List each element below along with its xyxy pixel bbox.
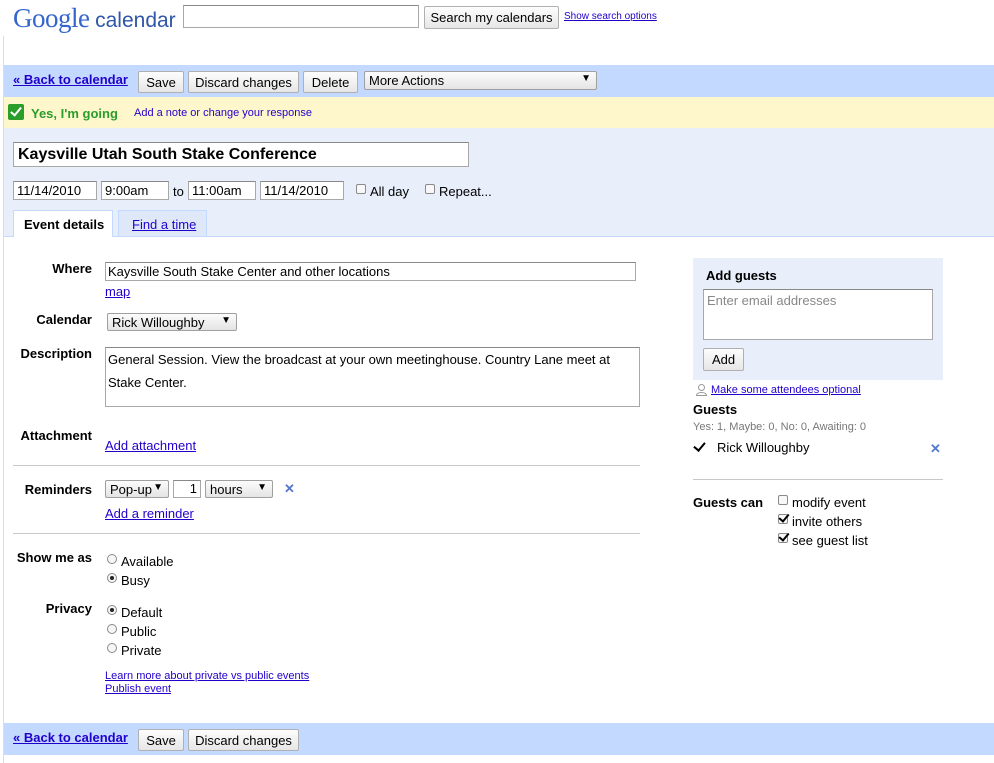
- chevron-down-icon: ▼: [153, 482, 163, 493]
- privacy-default-label: Default: [121, 605, 163, 620]
- busy-label: Busy: [121, 573, 150, 588]
- map-link[interactable]: map: [105, 284, 130, 299]
- calendar-label: Calendar: [36, 312, 92, 327]
- logo-calendar: calendar: [95, 9, 176, 32]
- publish-event-link[interactable]: Publish event: [105, 683, 171, 695]
- available-label: Available: [121, 554, 174, 569]
- tab-event-details[interactable]: Event details: [13, 210, 113, 237]
- all-day-label: All day: [370, 184, 410, 199]
- more-actions-dropdown[interactable]: More Actions ▼: [364, 71, 597, 90]
- add-guests-title: Add guests: [706, 268, 777, 283]
- bottom-back-to-calendar-link[interactable]: « Back to calendar: [13, 730, 128, 745]
- bottom-save-button[interactable]: Save: [138, 729, 184, 751]
- reminder-amount-input[interactable]: 1: [173, 480, 201, 498]
- guest-name: Rick Willoughby: [717, 440, 810, 455]
- tab-find-a-time-label: Find a time: [132, 217, 197, 232]
- add-attachment-link[interactable]: Add attachment: [105, 438, 196, 453]
- divider: [13, 533, 640, 534]
- checkmark-icon: [693, 439, 706, 452]
- divider: [13, 465, 640, 466]
- make-attendees-optional-link[interactable]: Make some attendees optional: [711, 384, 861, 396]
- divider: [693, 479, 943, 480]
- privacy-default-radio[interactable]: [107, 605, 117, 615]
- search-button[interactable]: Search my calendars: [424, 6, 559, 29]
- going-status: Yes, I'm going: [31, 106, 118, 121]
- event-header-bottom-border: [4, 236, 994, 237]
- guest-row: Rick Willoughby ✕: [693, 438, 943, 458]
- privacy-public-radio[interactable]: [107, 624, 117, 634]
- logo-google: Google: [13, 3, 90, 33]
- where-label: Where: [52, 261, 92, 276]
- end-date-input[interactable]: 11/14/2010: [260, 181, 344, 200]
- add-reminder-link[interactable]: Add a reminder: [105, 506, 194, 521]
- chevron-down-icon: ▼: [221, 315, 231, 326]
- tab-event-details-label: Event details: [24, 217, 105, 232]
- bottom-discard-changes-button[interactable]: Discard changes: [188, 729, 299, 751]
- add-guest-button[interactable]: Add: [703, 348, 744, 371]
- reminder-type-value: Pop-up: [110, 482, 152, 497]
- discard-changes-button[interactable]: Discard changes: [188, 71, 299, 93]
- modify-event-label: modify event: [792, 495, 866, 510]
- attachment-label: Attachment: [20, 428, 92, 443]
- guests-can-label: Guests can: [693, 495, 764, 510]
- reminder-unit-value: hours: [210, 482, 243, 497]
- see-guest-list-checkbox[interactable]: [778, 533, 788, 543]
- reminder-type-select[interactable]: Pop-up ▼: [105, 480, 169, 498]
- google-calendar-logo[interactable]: Google calendar: [13, 3, 176, 33]
- chevron-down-icon: ▼: [257, 482, 267, 493]
- delete-button[interactable]: Delete: [303, 71, 358, 93]
- show-search-options-link[interactable]: Show search options: [564, 11, 657, 22]
- to-label: to: [173, 184, 184, 199]
- remove-guest-icon[interactable]: ✕: [930, 441, 941, 457]
- remove-reminder-icon[interactable]: ✕: [284, 481, 295, 497]
- privacy-label: Privacy: [45, 601, 92, 616]
- tab-find-a-time[interactable]: Find a time: [118, 210, 207, 236]
- reminders-label: Reminders: [24, 482, 92, 497]
- chevron-down-icon: ▼: [581, 73, 591, 84]
- modify-event-checkbox[interactable]: [778, 495, 788, 505]
- learn-more-privacy-link[interactable]: Learn more about private vs public event…: [105, 670, 309, 682]
- repeat-checkbox[interactable]: [425, 184, 435, 194]
- save-button[interactable]: Save: [138, 71, 184, 93]
- change-response-link[interactable]: Add a note or change your response: [134, 107, 312, 119]
- see-guest-list-label: see guest list: [792, 533, 868, 548]
- invite-others-label: invite others: [792, 514, 863, 529]
- where-input[interactable]: Kaysville South Stake Center and other l…: [105, 262, 636, 281]
- calendar-select-value: Rick Willoughby: [112, 315, 205, 330]
- repeat-label: Repeat...: [439, 184, 492, 199]
- start-time-input[interactable]: 9:00am: [101, 181, 169, 200]
- privacy-public-label: Public: [121, 624, 157, 639]
- end-time-input[interactable]: 11:00am: [188, 181, 256, 200]
- description-label: Description: [20, 346, 92, 361]
- person-icon: [695, 384, 708, 396]
- available-radio[interactable]: [107, 554, 117, 564]
- show-me-as-label: Show me as: [16, 550, 92, 565]
- start-date-input[interactable]: 11/14/2010: [13, 181, 97, 200]
- guests-heading: Guests: [693, 402, 738, 417]
- more-actions-label: More Actions: [369, 73, 445, 88]
- all-day-checkbox[interactable]: [356, 184, 366, 194]
- guest-counts: Yes: 1, Maybe: 0, No: 0, Awaiting: 0: [693, 421, 867, 433]
- busy-radio[interactable]: [107, 573, 117, 583]
- invite-others-checkbox[interactable]: [778, 514, 788, 524]
- guest-email-input[interactable]: Enter email addresses: [703, 289, 933, 340]
- back-to-calendar-link[interactable]: « Back to calendar: [13, 72, 128, 87]
- privacy-private-label: Private: [121, 643, 162, 658]
- guest-email-placeholder: Enter email addresses: [707, 293, 837, 308]
- search-input[interactable]: [183, 5, 419, 28]
- event-title-input[interactable]: Kaysville Utah South Stake Conference: [13, 142, 469, 167]
- reminder-unit-select[interactable]: hours ▼: [205, 480, 273, 498]
- check-icon: [8, 104, 24, 120]
- privacy-private-radio[interactable]: [107, 643, 117, 653]
- description-textarea[interactable]: General Session. View the broadcast at y…: [105, 347, 640, 407]
- calendar-select[interactable]: Rick Willoughby ▼: [107, 313, 237, 331]
